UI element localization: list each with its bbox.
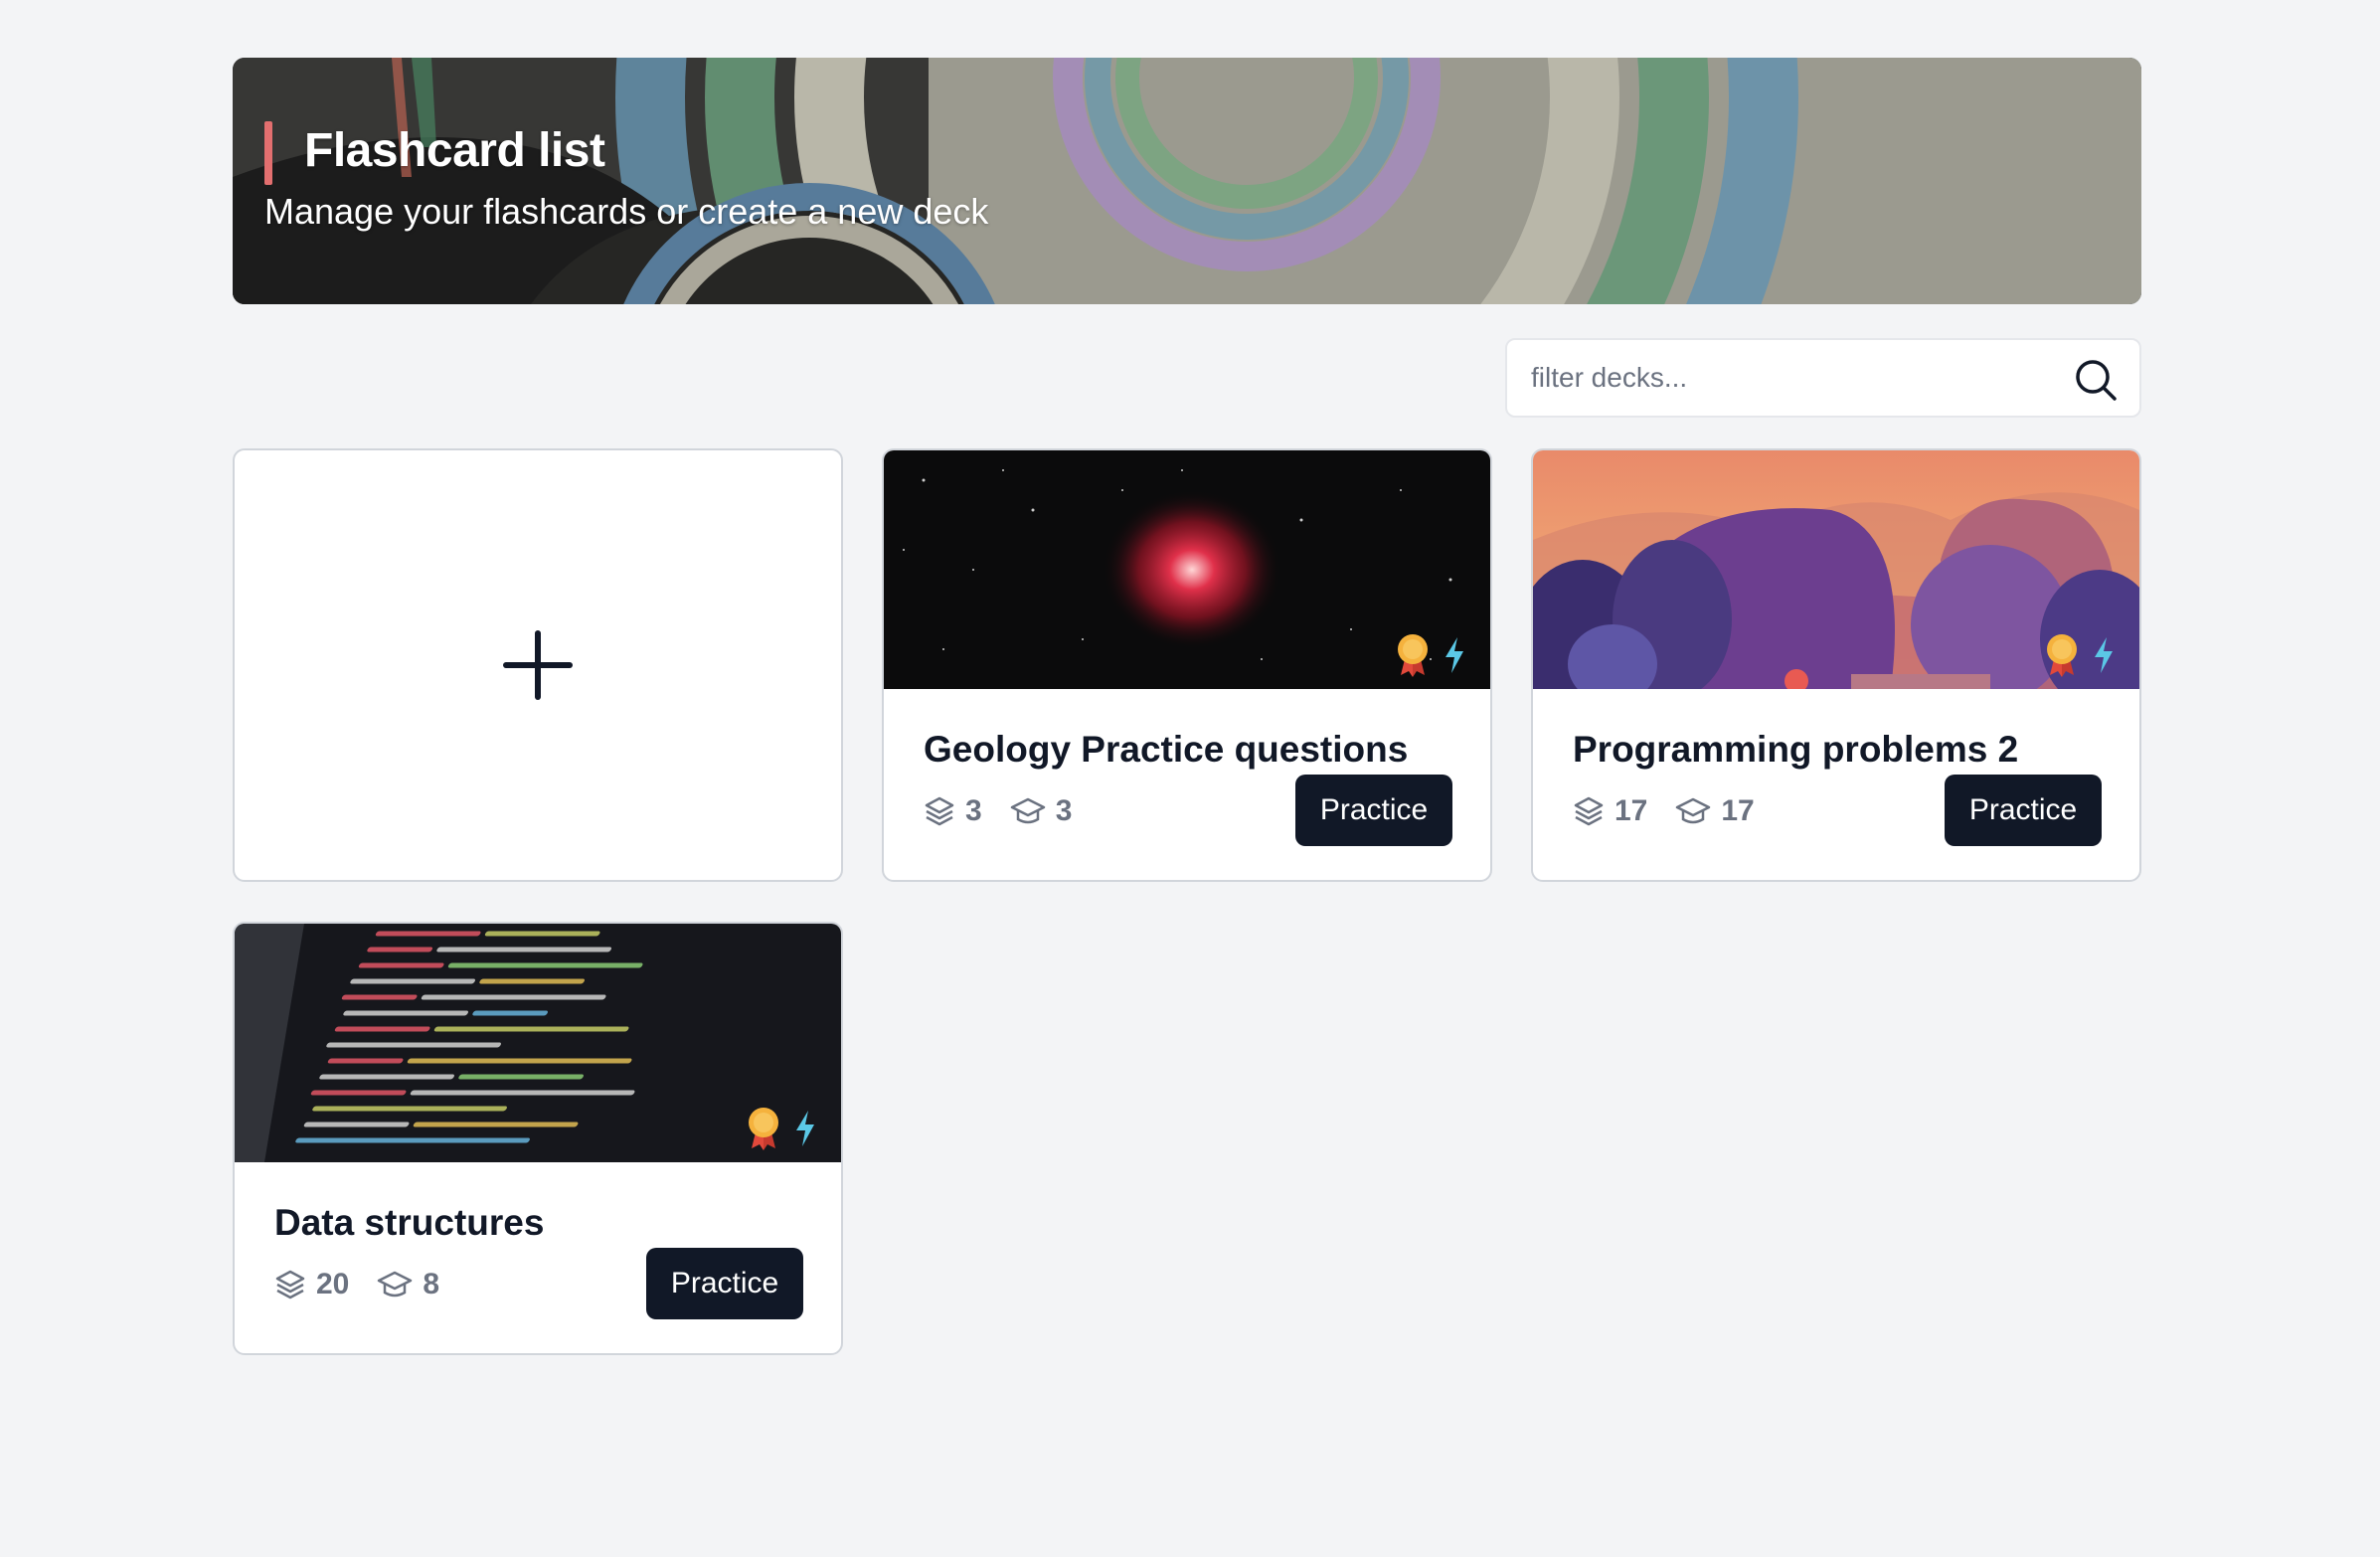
learned-count: 3 — [1055, 794, 1073, 827]
card-count: 20 — [316, 1268, 350, 1300]
deck-title: Programming problems 2 — [1573, 729, 2019, 770]
deck-cover-image — [235, 924, 841, 1162]
deck-card: Programming problems 2 17 17 Practice — [1531, 448, 2141, 882]
deck-filter — [1505, 338, 2141, 418]
bolt-icon — [796, 1111, 814, 1146]
title-accent-bar — [264, 121, 272, 185]
deck-badges — [746, 1107, 817, 1150]
deck-stats: 20 8 — [274, 1268, 457, 1301]
card-count: 17 — [1615, 794, 1648, 827]
deck-stats: 17 17 — [1573, 794, 1773, 828]
learned-count: 17 — [1721, 794, 1755, 827]
learned-count: 8 — [423, 1268, 440, 1300]
plus-icon — [503, 630, 573, 700]
layers-icon — [925, 796, 954, 826]
deck-stats: 3 3 — [924, 794, 1090, 828]
deck-title: Data structures — [274, 1202, 545, 1243]
bolt-icon — [1445, 637, 1463, 673]
deck-cover-image — [1533, 450, 2139, 689]
deck-badges — [1395, 633, 1466, 677]
layers-icon — [1574, 796, 1604, 826]
page-subtitle: Manage your flashcards or create a new d… — [264, 191, 989, 232]
page-title: Flashcard list — [304, 124, 605, 177]
filter-decks-input[interactable] — [1531, 340, 2048, 416]
medal-icon — [2047, 634, 2077, 677]
graduation-cap-icon — [1676, 797, 1711, 824]
graduation-cap-icon — [1010, 797, 1045, 824]
practice-button[interactable]: Practice — [1295, 775, 1452, 846]
layers-icon — [275, 1270, 305, 1299]
header-banner: Flashcard list Manage your flashcards or… — [233, 58, 2141, 304]
practice-button[interactable]: Practice — [646, 1248, 803, 1319]
medal-icon — [749, 1108, 778, 1150]
deck-title: Geology Practice questions — [924, 729, 1409, 770]
banner-artwork — [233, 58, 2141, 304]
deck-card: Geology Practice questions 3 3 Practice — [882, 448, 1492, 882]
page-content: Flashcard list Manage your flashcards or… — [233, 58, 2141, 1355]
bolt-icon — [2095, 637, 2113, 673]
deck-cover-image — [884, 450, 1490, 689]
practice-button[interactable]: Practice — [1945, 775, 2102, 846]
card-count: 3 — [965, 794, 982, 827]
graduation-cap-icon — [378, 1271, 413, 1298]
deck-badges — [2044, 633, 2116, 677]
medal-icon — [1398, 634, 1428, 677]
create-deck-card[interactable] — [233, 448, 843, 882]
deck-card: Data structures 20 8 Practice — [233, 922, 843, 1355]
search-icon[interactable] — [2074, 358, 2118, 402]
